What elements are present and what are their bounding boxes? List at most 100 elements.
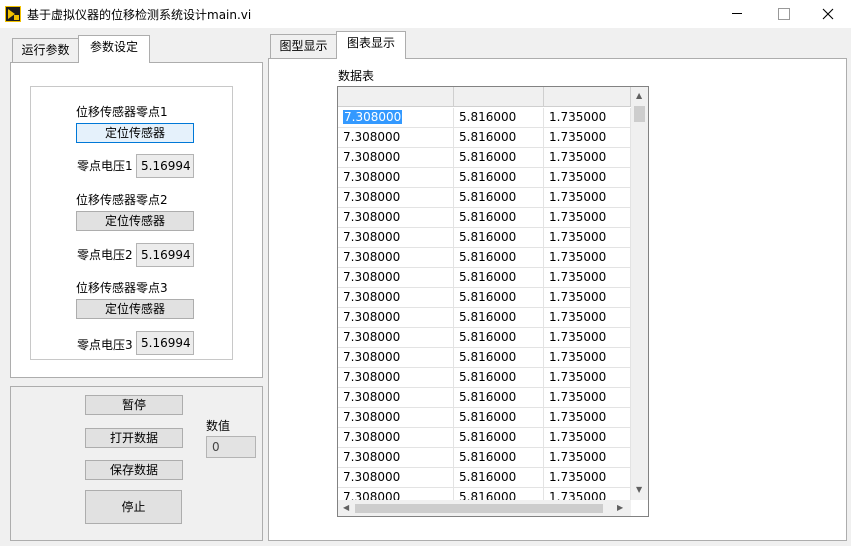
table-cell[interactable]: 5.816000: [454, 308, 544, 328]
table-cell[interactable]: 7.308000: [338, 188, 454, 208]
vertical-scroll-thumb[interactable]: [634, 106, 645, 122]
close-button[interactable]: [805, 0, 851, 28]
table-cell[interactable]: 5.816000: [454, 368, 544, 388]
table-cell[interactable]: 1.735000: [544, 108, 631, 128]
table-cell[interactable]: 7.308000: [338, 348, 454, 368]
table-cell[interactable]: 1.735000: [544, 448, 631, 468]
table-cell[interactable]: 5.816000: [454, 288, 544, 308]
pause-button[interactable]: 暂停: [85, 395, 183, 415]
table-row[interactable]: 7.308000 5.816000 1.735000: [338, 388, 631, 408]
locate-sensor2-button[interactable]: 定位传感器: [76, 211, 194, 231]
table-row[interactable]: 7.308000 5.816000 1.735000: [338, 288, 631, 308]
table-cell[interactable]: 5.816000: [454, 408, 544, 428]
table-cell[interactable]: 7.308000: [338, 268, 454, 288]
table-row[interactable]: 7.308000 5.816000 1.735000: [338, 368, 631, 388]
table-cell[interactable]: 1.735000: [544, 188, 631, 208]
table-cell[interactable]: 7.308000: [338, 248, 454, 268]
table-row[interactable]: 7.308000 5.816000 1.735000: [338, 208, 631, 228]
table-cell[interactable]: 5.816000: [454, 108, 544, 128]
table-cell[interactable]: 5.816000: [454, 468, 544, 488]
table-cell[interactable]: 5.816000: [454, 128, 544, 148]
data-table[interactable]: 7.308000 5.816000 1.735000 7.308000 5.816000…: [337, 86, 649, 517]
scroll-down-icon[interactable]: ▼: [636, 485, 642, 495]
table-row[interactable]: 7.308000 5.816000 1.735000: [338, 408, 631, 428]
table-cell[interactable]: 1.735000: [544, 228, 631, 248]
table-cell[interactable]: 5.816000: [454, 188, 544, 208]
minimize-button[interactable]: [714, 0, 760, 28]
table-row[interactable]: 7.308000 5.816000 1.735000: [338, 308, 631, 328]
tab-param-settings[interactable]: 参数设定: [78, 35, 150, 63]
table-row[interactable]: 7.308000 5.816000 1.735000: [338, 448, 631, 468]
table-row[interactable]: 7.308000 5.816000 1.735000: [338, 228, 631, 248]
table-cell-text: 5.816000: [459, 430, 517, 444]
open-data-button[interactable]: 打开数据: [85, 428, 183, 448]
table-cell[interactable]: 1.735000: [544, 368, 631, 388]
table-cell[interactable]: 5.816000: [454, 168, 544, 188]
table-cell[interactable]: 1.735000: [544, 268, 631, 288]
table-cell[interactable]: 5.816000: [454, 348, 544, 368]
save-data-button[interactable]: 保存数据: [85, 460, 183, 480]
tab-graph-display[interactable]: 图型显示: [270, 34, 337, 58]
stop-button[interactable]: 停止: [85, 490, 182, 524]
table-cell[interactable]: 5.816000: [454, 148, 544, 168]
table-cell[interactable]: 1.735000: [544, 128, 631, 148]
table-cell[interactable]: 7.308000: [338, 208, 454, 228]
maximize-button[interactable]: [760, 0, 806, 28]
table-row[interactable]: 7.308000 5.816000 1.735000: [338, 328, 631, 348]
table-cell[interactable]: 1.735000: [544, 428, 631, 448]
table-cell[interactable]: 5.816000: [454, 208, 544, 228]
table-row[interactable]: 7.308000 5.816000 1.735000: [338, 128, 631, 148]
table-cell[interactable]: 1.735000: [544, 388, 631, 408]
table-cell[interactable]: 1.735000: [544, 288, 631, 308]
table-row[interactable]: 7.308000 5.816000 1.735000: [338, 428, 631, 448]
table-cell[interactable]: 7.308000: [338, 308, 454, 328]
table-row[interactable]: 7.308000 5.816000 1.735000: [338, 148, 631, 168]
table-cell[interactable]: 5.816000: [454, 448, 544, 468]
table-cell[interactable]: 5.816000: [454, 388, 544, 408]
table-cell[interactable]: 1.735000: [544, 208, 631, 228]
table-cell[interactable]: 7.308000: [338, 108, 454, 128]
table-cell[interactable]: 7.308000: [338, 368, 454, 388]
tab-run-params[interactable]: 运行参数: [12, 38, 79, 62]
table-cell[interactable]: 5.816000: [454, 268, 544, 288]
table-cell[interactable]: 7.308000: [338, 148, 454, 168]
table-row[interactable]: 7.308000 5.816000 1.735000: [338, 268, 631, 288]
table-cell[interactable]: 5.816000: [454, 328, 544, 348]
horizontal-scroll-thumb[interactable]: [355, 504, 603, 513]
table-cell[interactable]: 1.735000: [544, 168, 631, 188]
table-row[interactable]: 7.308000 5.816000 1.735000: [338, 168, 631, 188]
horizontal-scrollbar[interactable]: ◀ ▶: [338, 500, 631, 516]
scroll-up-icon[interactable]: ▲: [636, 91, 642, 101]
table-cell[interactable]: 1.735000: [544, 328, 631, 348]
table-cell[interactable]: 1.735000: [544, 308, 631, 328]
locate-sensor1-button[interactable]: 定位传感器: [76, 123, 194, 143]
table-cell[interactable]: 5.816000: [454, 228, 544, 248]
table-cell[interactable]: 7.308000: [338, 468, 454, 488]
table-row[interactable]: 7.308000 5.816000 1.735000: [338, 468, 631, 488]
locate-sensor3-button[interactable]: 定位传感器: [76, 299, 194, 319]
table-cell[interactable]: 7.308000: [338, 408, 454, 428]
scroll-left-icon[interactable]: ◀: [343, 503, 349, 513]
table-cell[interactable]: 5.816000: [454, 428, 544, 448]
table-row[interactable]: 7.308000 5.816000 1.735000: [338, 348, 631, 368]
table-row[interactable]: 7.308000 5.816000 1.735000: [338, 108, 631, 128]
table-cell[interactable]: 7.308000: [338, 228, 454, 248]
table-cell[interactable]: 7.308000: [338, 388, 454, 408]
table-cell[interactable]: 7.308000: [338, 328, 454, 348]
scroll-right-icon[interactable]: ▶: [617, 503, 623, 513]
table-cell[interactable]: 1.735000: [544, 248, 631, 268]
table-cell[interactable]: 7.308000: [338, 428, 454, 448]
table-cell[interactable]: 1.735000: [544, 348, 631, 368]
table-cell[interactable]: 5.816000: [454, 248, 544, 268]
table-cell[interactable]: 1.735000: [544, 148, 631, 168]
table-row[interactable]: 7.308000 5.816000 1.735000: [338, 188, 631, 208]
table-cell[interactable]: 7.308000: [338, 168, 454, 188]
tab-table-display[interactable]: 图表显示: [336, 31, 406, 59]
vertical-scrollbar[interactable]: ▲ ▼: [631, 87, 648, 500]
table-cell[interactable]: 1.735000: [544, 408, 631, 428]
table-cell[interactable]: 7.308000: [338, 288, 454, 308]
table-row[interactable]: 7.308000 5.816000 1.735000: [338, 248, 631, 268]
table-cell[interactable]: 7.308000: [338, 448, 454, 468]
table-cell[interactable]: 7.308000: [338, 128, 454, 148]
table-cell[interactable]: 1.735000: [544, 468, 631, 488]
